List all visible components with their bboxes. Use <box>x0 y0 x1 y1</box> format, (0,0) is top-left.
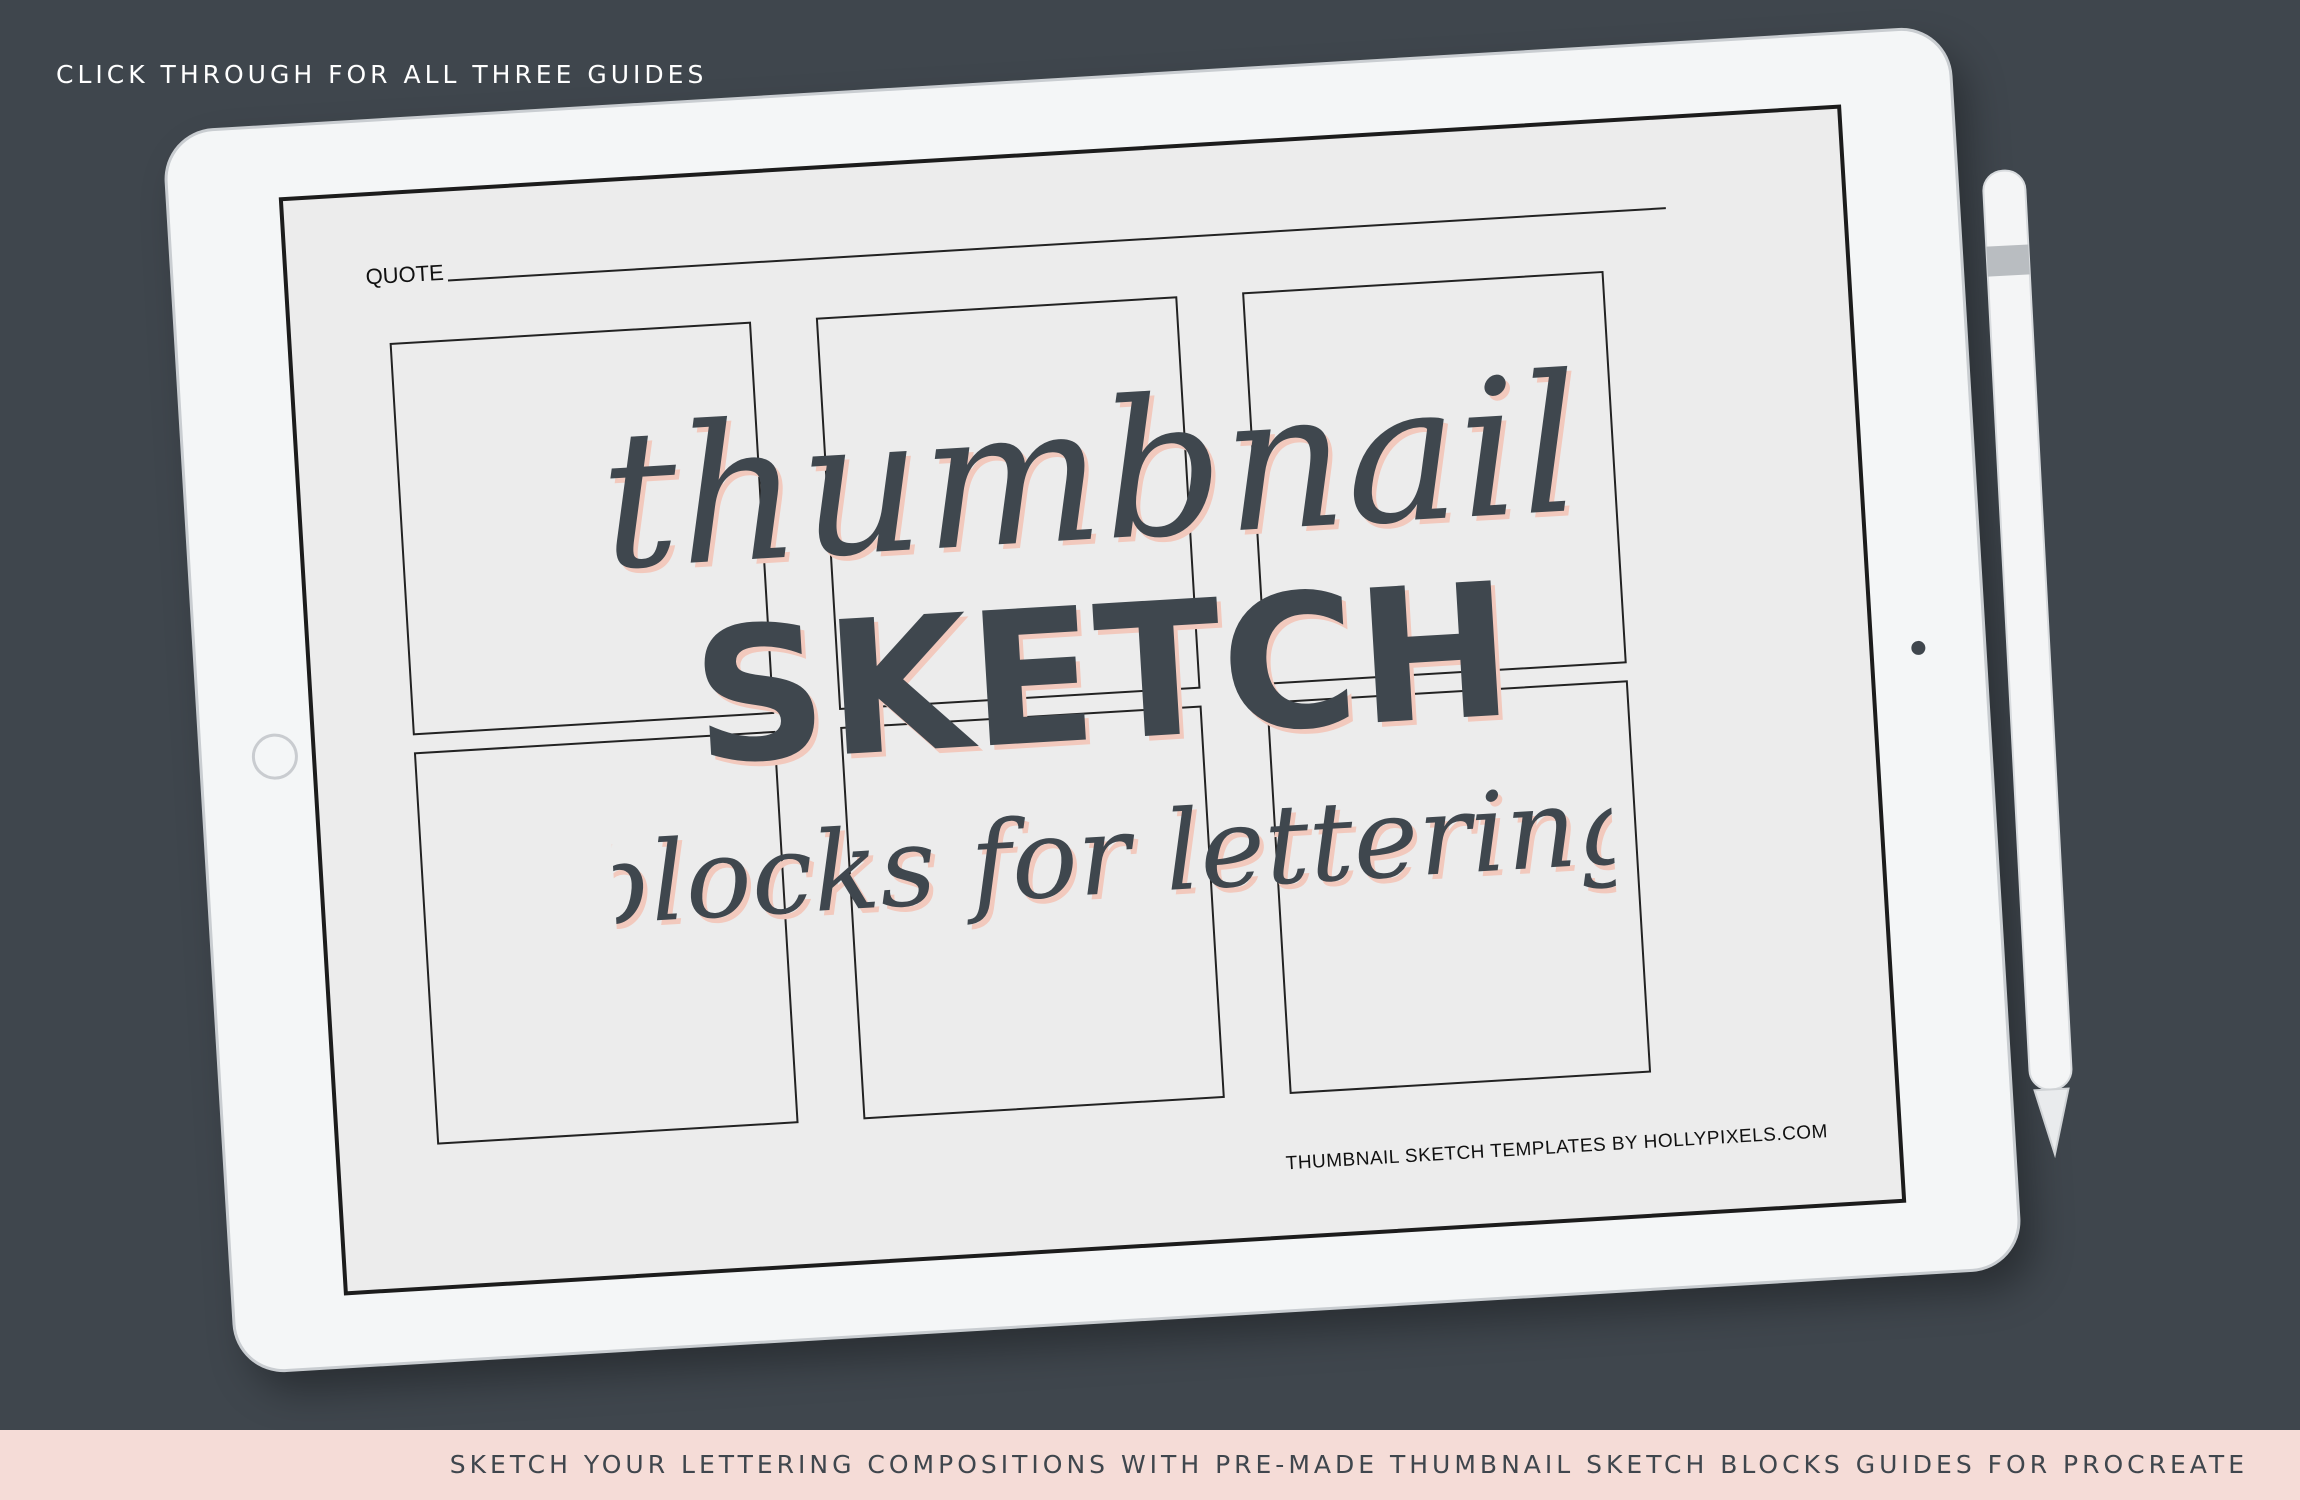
pencil-tip <box>2033 1087 2070 1159</box>
quote-line <box>447 207 1666 282</box>
pencil-band <box>1986 244 2030 277</box>
top-caption: CLICK THROUGH FOR ALL THREE GUIDES <box>56 60 708 89</box>
tablet-screen: QUOTE thumbnail thumbnail SKETCH SKETCH … <box>278 104 1907 1296</box>
credit-text: THUMBNAIL SKETCH TEMPLATES BY HOLLYPIXEL… <box>1285 1121 1829 1175</box>
bottom-caption: SKETCH YOUR LETTERING COMPOSITIONS WITH … <box>449 1450 2248 1479</box>
bottom-band: SKETCH YOUR LETTERING COMPOSITIONS WITH … <box>0 1430 2300 1500</box>
home-button <box>250 732 300 781</box>
quote-label: QUOTE <box>364 259 445 290</box>
camera-dot <box>1910 640 1926 656</box>
hand-lettering-title: thumbnail thumbnail SKETCH SKETCH blocks… <box>585 334 1620 955</box>
tablet: QUOTE thumbnail thumbnail SKETCH SKETCH … <box>164 28 2021 1372</box>
